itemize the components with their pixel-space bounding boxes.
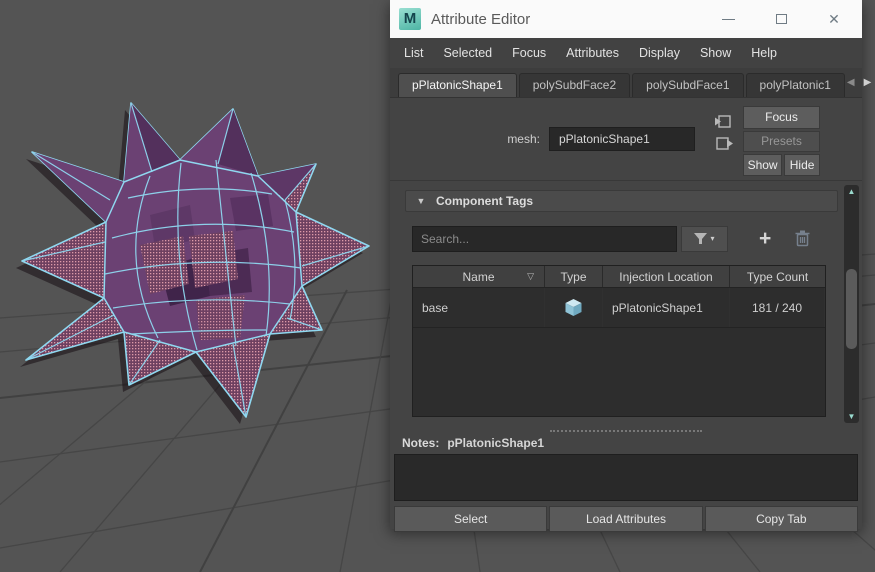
load-attributes-button[interactable]: Load Attributes <box>549 506 703 532</box>
table-header-row: Name ▽ Type Injection Location Type Coun… <box>413 266 825 288</box>
maya-app-icon: M <box>399 8 421 30</box>
show-button[interactable]: Show <box>743 154 783 176</box>
table-row[interactable]: base pPlatonicShape1 181 / 240 <box>413 288 825 328</box>
select-button[interactable]: Select <box>394 506 548 532</box>
menu-show[interactable]: Show <box>690 38 741 68</box>
attribute-editor-window: M Attribute Editor ✕ List Selected Focus… <box>390 0 871 532</box>
scroll-down-icon[interactable]: ▼ <box>844 412 859 421</box>
tab-scroll-left-icon[interactable]: ◀ <box>847 77 855 88</box>
maximize-icon[interactable] <box>773 11 789 27</box>
sort-icon: ▽ <box>527 271 534 281</box>
tab-polyplatonic1[interactable]: polyPlatonic1 <box>745 73 845 97</box>
tag-name-cell: base <box>413 288 545 327</box>
menu-help[interactable]: Help <box>741 38 787 68</box>
mesh-field-label: mesh: <box>507 132 540 146</box>
focus-button[interactable]: Focus <box>743 106 820 129</box>
notes-splitter-handle[interactable] <box>390 427 862 434</box>
copy-tab-button[interactable]: Copy Tab <box>704 506 858 532</box>
delete-tag-icon[interactable] <box>795 230 810 247</box>
tab-scroll-right-icon[interactable]: ▶ <box>864 77 872 88</box>
add-tag-icon[interactable]: + <box>759 228 771 249</box>
column-header-injection-location[interactable]: Injection Location <box>603 266 730 287</box>
filter-caret-icon: ▾ <box>710 234 715 243</box>
scrollbar-thumb[interactable] <box>846 269 857 349</box>
minimize-icon[interactable] <box>720 11 736 27</box>
tab-pplatonicshape1[interactable]: pPlatonicShape1 <box>398 73 517 97</box>
hide-button[interactable]: Hide <box>784 154 820 176</box>
menu-list[interactable]: List <box>394 38 433 68</box>
tag-location-cell: pPlatonicShape1 <box>603 288 730 327</box>
menu-focus[interactable]: Focus <box>502 38 556 68</box>
filter-button[interactable]: ▾ <box>681 225 728 252</box>
tag-type-cell <box>545 288 603 327</box>
title-bar[interactable]: M Attribute Editor ✕ <box>390 0 862 38</box>
section-title: Component Tags <box>436 194 534 208</box>
collapse-arrow-icon[interactable]: ▼ <box>406 196 436 206</box>
tab-polysubdface2[interactable]: polySubdFace2 <box>518 73 631 97</box>
tag-count-cell: 181 / 240 <box>730 288 825 327</box>
presets-button[interactable]: Presets <box>743 131 820 152</box>
table-empty-area <box>413 328 825 416</box>
footer-button-bar: Select Load Attributes Copy Tab <box>390 501 862 532</box>
menu-attributes[interactable]: Attributes <box>556 38 629 68</box>
tab-polysubdface1[interactable]: polySubdFace1 <box>632 73 744 97</box>
mesh-name-field[interactable]: pPlatonicShape1 <box>549 127 695 151</box>
node-tab-bar: pPlatonicShape1 polySubdFace2 polySubdFa… <box>390 68 871 98</box>
show-input-connections-icon[interactable] <box>715 114 733 130</box>
attributes-scroll-area: ▼ Component Tags ▾ + <box>390 180 862 427</box>
scene-object-pplatonic[interactable] <box>16 102 370 424</box>
menu-bar: List Selected Focus Attributes Display S… <box>390 38 862 68</box>
component-tags-section-header[interactable]: ▼ Component Tags <box>405 190 838 212</box>
column-header-name[interactable]: Name ▽ <box>413 266 545 287</box>
window-title: Attribute Editor <box>431 10 531 28</box>
component-tags-table: Name ▽ Type Injection Location Type Coun… <box>412 265 826 417</box>
vertical-scrollbar[interactable]: ▲ ▼ <box>844 185 859 423</box>
node-header: mesh: pPlatonicShape1 Focus Presets Show… <box>390 98 862 180</box>
show-output-connections-icon[interactable] <box>715 136 733 152</box>
column-header-type[interactable]: Type <box>545 266 603 287</box>
notes-node-name: pPlatonicShape1 <box>447 435 545 450</box>
menu-selected[interactable]: Selected <box>433 38 502 68</box>
close-icon[interactable]: ✕ <box>826 11 842 27</box>
notes-textarea[interactable] <box>394 454 858 501</box>
scroll-up-icon[interactable]: ▲ <box>844 187 859 196</box>
column-header-type-count[interactable]: Type Count <box>730 266 825 287</box>
notes-label: Notes: <box>402 435 440 450</box>
search-input[interactable] <box>412 225 677 252</box>
cube-icon <box>565 299 582 316</box>
funnel-icon <box>694 232 708 244</box>
menu-display[interactable]: Display <box>629 38 690 68</box>
